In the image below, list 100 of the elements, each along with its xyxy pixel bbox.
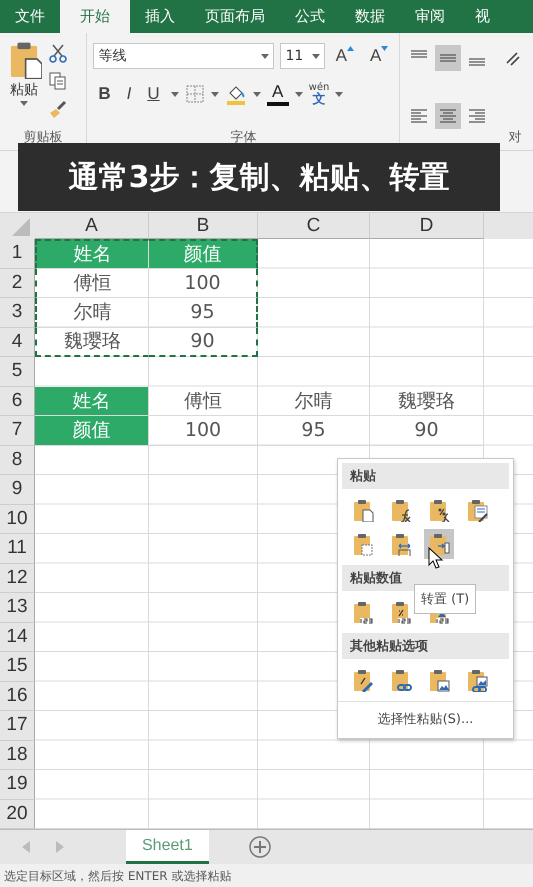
pointer-cursor-icon <box>428 547 444 569</box>
table-cell: 魏璎珞 <box>370 386 484 416</box>
clipboard-icon <box>389 600 413 624</box>
clipboard-icon <box>351 498 375 522</box>
caret-icon[interactable] <box>261 54 270 58</box>
clipboard-icon <box>351 600 375 624</box>
table-cell: 90 <box>370 416 484 446</box>
caret-icon[interactable] <box>20 101 28 106</box>
paste-special-item[interactable]: 选择性粘贴(S)... <box>338 701 513 734</box>
align-button[interactable] <box>435 45 462 71</box>
table-cell: 傅恒 <box>35 268 149 298</box>
ribbon-tab[interactable]: 页面布局 <box>190 0 280 33</box>
down-triangle-icon <box>381 46 388 51</box>
row-header[interactable]: 20 <box>0 800 35 829</box>
plus-icon <box>248 836 271 858</box>
row-header[interactable]: 14 <box>0 622 35 652</box>
table-cell: 尔晴 <box>258 386 370 416</box>
clipboard-icon <box>465 668 489 692</box>
clipboard-icon <box>427 668 451 692</box>
ribbon-tab[interactable]: 视 <box>460 0 505 33</box>
italic-button[interactable]: I <box>122 84 136 104</box>
row-header[interactable]: 13 <box>0 593 35 622</box>
row-header[interactable]: 19 <box>0 770 35 800</box>
header-cell: 颜值 <box>149 239 258 268</box>
row-header[interactable]: 6 <box>0 386 35 416</box>
align-button[interactable] <box>435 102 462 128</box>
menu-section-title: 粘贴 <box>342 463 509 489</box>
row-header[interactable]: 17 <box>0 711 35 740</box>
clipboard-icon <box>389 532 413 556</box>
caret-icon[interactable] <box>294 92 303 96</box>
row-header[interactable]: 1 <box>0 239 35 268</box>
table-cell: 95 <box>258 416 370 446</box>
bold-button[interactable]: B <box>93 84 116 104</box>
font-color-button[interactable]: A <box>266 82 289 106</box>
row-header[interactable]: 8 <box>0 446 35 475</box>
align-lines-icon <box>469 58 486 66</box>
table-cell: 100 <box>149 416 258 446</box>
status-text: 选定目标区域，然后按 ENTER 或选择粘贴 <box>0 864 533 887</box>
ribbon-tab[interactable]: 插入 <box>130 0 190 33</box>
paste-option-icon[interactable] <box>424 529 454 559</box>
menu-section-title: 粘贴数值 <box>342 565 509 591</box>
align-lines-icon <box>440 108 456 122</box>
ribbon-tab[interactable]: 公式 <box>280 0 340 33</box>
cut-icon[interactable] <box>48 43 68 63</box>
caret-icon[interactable] <box>210 92 219 96</box>
format-painter-icon[interactable] <box>48 99 68 119</box>
ribbon-tab[interactable]: 审阅 <box>400 0 460 33</box>
font-name-field[interactable]: 等线 <box>93 43 274 69</box>
clipboard-icon <box>427 498 451 522</box>
header-cell: 姓名 <box>35 386 149 416</box>
caret-icon[interactable] <box>335 92 344 96</box>
column-header[interactable]: A <box>35 213 149 239</box>
column-header[interactable]: D <box>370 213 484 239</box>
grow-font-button[interactable]: A <box>330 46 359 66</box>
caret-icon[interactable] <box>252 92 261 96</box>
borders-icon[interactable] <box>184 84 205 104</box>
align-lines-icon <box>440 54 456 62</box>
underline-button[interactable]: U <box>142 84 165 104</box>
row-header[interactable]: 4 <box>0 328 35 357</box>
ribbon-tab[interactable]: 开始 <box>60 0 130 33</box>
font-size-field[interactable]: 11 <box>280 43 325 69</box>
clipboard-icon <box>427 532 451 556</box>
row-header[interactable]: 3 <box>0 298 35 328</box>
phonetic-button[interactable]: wén 文 <box>308 82 330 106</box>
clipboard-icon <box>465 498 489 522</box>
align-lines-icon <box>411 50 428 58</box>
row-header[interactable]: 16 <box>0 682 35 711</box>
up-triangle-icon <box>347 46 354 51</box>
table-cell: 90 <box>149 328 258 357</box>
table-cell: 傅恒 <box>149 386 258 416</box>
column-header[interactable]: B <box>149 213 258 239</box>
caption-banner: 通常3步：复制、粘贴、转置 <box>18 143 500 211</box>
row-header[interactable]: 12 <box>0 564 35 593</box>
clipboard-icon <box>389 498 413 522</box>
row-header[interactable]: 2 <box>0 268 35 298</box>
row-header[interactable]: 15 <box>0 652 35 682</box>
row-header[interactable]: 5 <box>0 357 35 386</box>
table-cell: 100 <box>149 268 258 298</box>
row-header[interactable]: 18 <box>0 740 35 770</box>
shrink-font-button[interactable]: A <box>365 46 394 66</box>
row-header[interactable]: 7 <box>0 416 35 446</box>
caret-icon[interactable] <box>170 92 179 96</box>
column-header[interactable]: C <box>258 213 370 239</box>
row-header[interactable]: 10 <box>0 504 35 534</box>
group-label: 对 <box>508 129 522 147</box>
clipboard-icon <box>351 668 375 692</box>
caret-icon[interactable] <box>312 54 320 58</box>
row-header[interactable]: 9 <box>0 475 35 504</box>
ribbon-tab[interactable]: 数据 <box>340 0 400 33</box>
header-cell: 姓名 <box>35 239 149 268</box>
menu-section-title: 其他粘贴选项 <box>342 633 509 659</box>
align-lines-icon <box>469 108 486 122</box>
paste-button[interactable]: 粘贴 <box>6 39 42 128</box>
clipboard-icon <box>389 668 413 692</box>
table-cell: 魏璎珞 <box>35 328 149 357</box>
clipboard-icon <box>351 532 375 556</box>
table-cell: 95 <box>149 298 258 328</box>
row-header[interactable]: 11 <box>0 534 35 564</box>
copy-icon[interactable] <box>48 71 68 91</box>
ribbon-tab[interactable]: 文件 <box>0 0 60 33</box>
